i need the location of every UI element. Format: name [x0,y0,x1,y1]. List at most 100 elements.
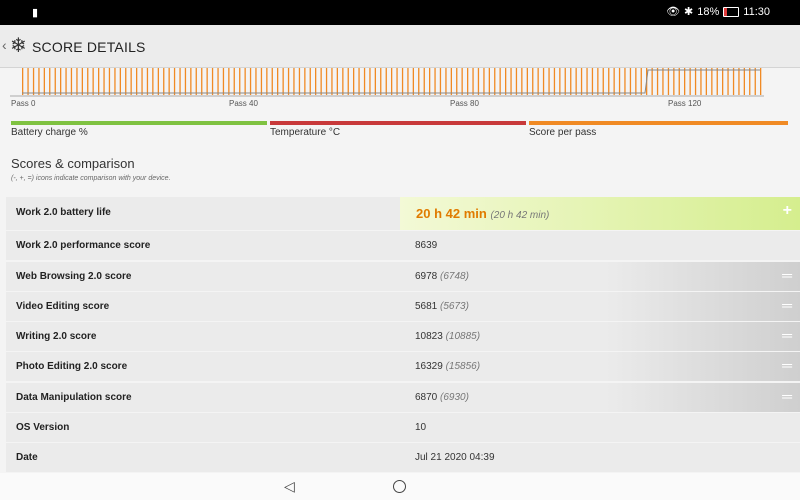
pass-bar [521,68,523,95]
score-details-content[interactable]: Pass 0 Pass 40 Pass 80 Pass 120 Battery … [0,68,800,473]
equals-icon: ═ [782,327,792,344]
row-value: Jul 21 2020 04:39 [415,452,495,463]
pass-bar [168,68,170,95]
pass-bar [81,68,83,95]
pass-bar [108,68,111,95]
pass-bar [249,68,252,95]
pass-bar [722,68,724,95]
pass-bar [488,68,490,95]
pass-bar [667,68,670,95]
pass-bar [749,68,751,95]
pass-bar [510,68,512,95]
pass-bar [304,68,306,95]
pass-bar [119,68,121,95]
pass-bar [358,68,360,95]
row-label: Work 2.0 battery life [16,207,111,218]
pass-bar [662,68,664,95]
table-row[interactable]: OS Version 10 [6,413,800,443]
pass-bar [49,68,51,95]
pass-bar [298,68,301,95]
pass-bar [445,68,447,95]
table-row[interactable]: Work 2.0 performance score 8639 [6,231,800,261]
pass-bar [70,68,73,95]
pass-bar [532,68,534,95]
score-value: 6978 [415,270,438,282]
legend-label: Temperature °C [270,127,341,138]
table-row[interactable]: Date Jul 21 2020 04:39 [6,443,800,473]
pass-bar [228,68,230,95]
table-row[interactable]: Video Editing score 5681 (5673) ═ [6,291,800,321]
pass-bar [575,68,577,95]
pass-bar [499,68,501,95]
x-tick-label: Pass 40 [229,99,258,108]
row-value: 8639 [415,240,437,251]
compare-value: (15856) [445,361,481,373]
legend-swatch [270,121,526,125]
x-tick-label: Pass 120 [668,99,702,108]
compare-value: (6930) [440,391,469,403]
pass-bar [271,68,273,95]
snowflake-icon: ❄ [10,35,27,57]
pass-bar [450,68,452,95]
legend-label: Score per pass [529,127,597,138]
pass-bar [114,68,116,95]
row-label: Web Browsing 2.0 score [16,270,132,282]
pass-bar [309,68,311,95]
battery-saver-icon: ▮ [32,7,39,19]
pass-bar [608,68,610,95]
pass-bar [412,68,414,95]
pass-bar [76,68,78,95]
pass-bar [472,68,474,95]
table-row[interactable]: Web Browsing 2.0 score 6978 (6748) ═ [6,261,800,291]
compare-value: (6748) [440,270,469,282]
pass-bar [597,68,599,95]
pass-bar [760,68,762,95]
pass-bar [586,68,588,95]
pass-bar [456,68,458,95]
x-tick-label: Pass 80 [450,99,479,108]
pass-bar [613,68,615,95]
pass-bar [260,68,263,95]
pass-bar [141,68,143,95]
pass-bar [624,68,626,95]
pass-bar [434,68,436,95]
pass-bar [401,68,404,95]
chevron-left-icon[interactable]: ‹ [2,37,7,53]
row-label: OS Version [16,422,70,434]
pass-bar [54,68,56,95]
score-value: 5681 [415,300,438,312]
pass-bar [548,68,550,95]
pass-bar [483,68,485,95]
pass-bar [130,68,132,95]
pass-bar [743,68,745,95]
status-bar: ▮ 👁 ✱ 18% 11:30 [0,0,800,25]
pass-bar [43,68,45,95]
pass-bar [266,68,268,95]
equals-icon: ═ [782,357,792,374]
pass-bar [570,68,572,95]
pass-bar [439,68,442,95]
pass-bar [38,68,40,95]
table-row[interactable]: Work 2.0 battery life 20 h 42 min (20 h … [6,197,800,230]
row-label: Date [16,452,38,464]
row-label: Writing 2.0 score [16,331,97,343]
pass-bar [374,68,376,95]
table-row[interactable]: Data Manipulation score 6870 (6930) ═ [6,382,800,412]
pass-bar [201,68,203,95]
table-row[interactable]: Photo Editing 2.0 score 16329 (15856) ═ [6,352,800,382]
row-gradient [606,261,800,291]
table-row[interactable]: Writing 2.0 score 10823 (10885) ═ [6,322,800,352]
triangle-back-icon[interactable]: ◁ [284,478,295,495]
equals-icon: ═ [782,296,792,313]
pass-bar [98,68,100,95]
row-gradient [606,382,800,412]
pass-bar [553,68,556,95]
pass-bar [136,68,138,95]
bluetooth-icon: ✱ [684,6,694,18]
pass-bar [195,68,197,95]
pass-bar [705,68,707,95]
pass-bar [602,68,604,95]
pass-bar [60,68,62,95]
pass-bar [239,68,241,95]
circle-home-icon[interactable] [393,480,406,493]
